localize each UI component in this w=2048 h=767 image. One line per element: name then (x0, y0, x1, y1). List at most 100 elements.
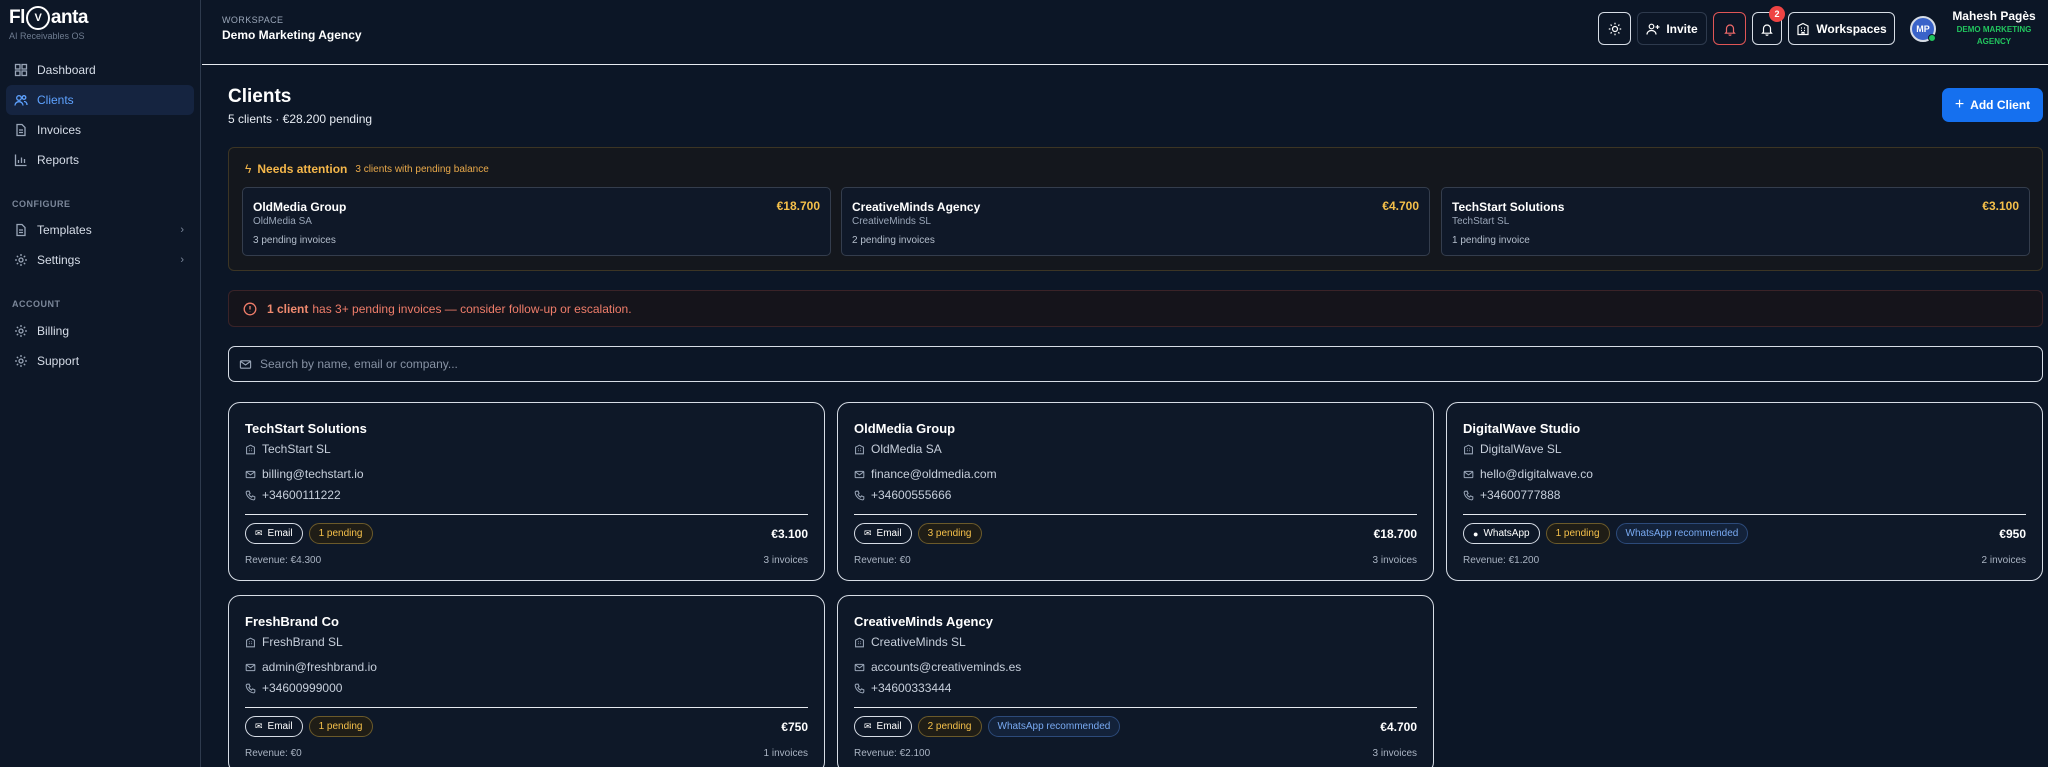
bell-icon (1761, 23, 1773, 36)
page-title: Clients (228, 86, 292, 107)
attention-card[interactable]: CreativeMinds Agency €4.700 CreativeMind… (841, 187, 1430, 256)
user-avatar[interactable]: MP (1910, 16, 1936, 42)
attention-amount: €4.700 (1382, 199, 1419, 213)
grid-icon (14, 63, 28, 77)
client-phone-row: +34600111222 (245, 488, 341, 502)
alert-circle-icon (243, 302, 257, 315)
pending-badge: 1 pending (308, 523, 373, 544)
client-invoices: 3 invoices (1372, 555, 1417, 566)
notification-count-badge: 2 (1769, 6, 1785, 22)
mail-icon (854, 663, 865, 671)
client-card[interactable]: CreativeMinds Agency CreativeMinds SL ac… (837, 595, 1434, 767)
sidebar-item-templates[interactable]: Templates › (6, 215, 194, 245)
sidebar-item-reports[interactable]: Reports (6, 145, 194, 175)
client-amount: €750 (781, 720, 808, 734)
client-card[interactable]: DigitalWave Studio DigitalWave SL hello@… (1446, 402, 2043, 581)
users-icon (14, 95, 28, 106)
attention-client-name: TechStart Solutions (1452, 200, 1565, 214)
sidebar-item-label: Billing (37, 324, 70, 338)
workspaces-button[interactable]: Workspaces (1788, 12, 1895, 45)
client-company-row: TechStart SL (245, 442, 331, 456)
client-email[interactable]: accounts@creativeminds.es (871, 660, 1021, 674)
client-card[interactable]: FreshBrand Co FreshBrand SL admin@freshb… (228, 595, 825, 767)
client-phone[interactable]: +34600111222 (262, 488, 341, 502)
client-phone[interactable]: +34600999000 (262, 681, 342, 695)
channel-label: Email (267, 528, 293, 539)
card-divider (1463, 514, 2026, 515)
client-company: FreshBrand SL (262, 635, 343, 649)
client-company-row: FreshBrand SL (245, 635, 343, 649)
search-input[interactable] (260, 357, 2010, 371)
phone-icon (854, 683, 865, 693)
recommendation-badge: WhatsApp recommended (987, 716, 1121, 737)
attention-card[interactable]: OldMedia Group €18.700 OldMedia SA 3 pen… (242, 187, 831, 256)
file-icon (16, 123, 26, 137)
building-icon (855, 637, 864, 647)
search-bar (228, 346, 2043, 382)
sidebar-item-support[interactable]: Support (6, 346, 194, 376)
client-phone[interactable]: +34600333444 (871, 681, 951, 695)
sidebar-item-settings[interactable]: Settings › (6, 245, 194, 275)
phone-icon (245, 490, 256, 500)
pending-badge: 1 pending (308, 716, 373, 737)
app-logo[interactable]: Fl V anta (9, 6, 88, 30)
client-name: TechStart Solutions (245, 421, 367, 436)
client-email[interactable]: hello@digitalwave.co (1480, 467, 1593, 481)
channel-label: Email (876, 721, 902, 732)
client-email[interactable]: finance@oldmedia.com (871, 467, 997, 481)
sidebar-item-clients[interactable]: Clients (6, 85, 194, 115)
attention-pending: 2 pending invoices (852, 235, 935, 246)
channel-icon: ✉ (864, 721, 872, 731)
sidebar: Fl V anta AI Receivables OS Dashboard Cl… (0, 0, 201, 767)
workspaces-label: Workspaces (1816, 21, 1887, 36)
sidebar-item-billing[interactable]: Billing (6, 316, 194, 346)
sidebar-item-dashboard[interactable]: Dashboard (6, 55, 194, 85)
file-icon (16, 223, 26, 237)
attention-pending: 3 pending invoices (253, 235, 336, 246)
client-company-row: OldMedia SA (854, 442, 942, 456)
client-card[interactable]: TechStart Solutions TechStart SL billing… (228, 402, 825, 581)
needs-attention-subtitle: 3 clients with pending balance (355, 163, 489, 175)
client-phone[interactable]: +34600777888 (1480, 488, 1560, 502)
channel-badge: ✉ Email (245, 716, 303, 737)
client-badges: ✉ Email 1 pending (245, 523, 379, 544)
client-phone[interactable]: +34600555666 (871, 488, 951, 502)
add-client-label: Add Client (1970, 98, 2031, 112)
alerts-button[interactable] (1713, 12, 1746, 45)
client-email[interactable]: admin@freshbrand.io (262, 660, 377, 674)
client-email[interactable]: billing@techstart.io (262, 467, 364, 481)
invite-button[interactable]: Invite (1637, 12, 1707, 45)
sidebar-item-invoices[interactable]: Invoices (6, 115, 194, 145)
channel-icon: ✉ (255, 528, 263, 538)
mail-icon (854, 470, 865, 478)
logo-text-left: Fl (9, 7, 25, 28)
sidebar-section-configure: CONFIGURE (12, 199, 71, 209)
client-name: FreshBrand Co (245, 614, 339, 629)
gear-icon (15, 254, 27, 266)
add-client-button[interactable]: + Add Client (1942, 88, 2043, 122)
logo-text-right: anta (50, 7, 89, 28)
workspace-name: Demo Marketing Agency (222, 28, 362, 42)
card-divider (245, 707, 808, 708)
building-icon (1464, 444, 1473, 454)
workspace-label: WORKSPACE (222, 15, 284, 25)
user-plus-icon (1646, 23, 1660, 35)
sidebar-item-label: Support (37, 354, 80, 368)
theme-toggle-button[interactable] (1598, 12, 1631, 45)
client-revenue: Revenue: €0 (245, 748, 302, 759)
client-name: OldMedia Group (854, 421, 956, 436)
client-revenue: Revenue: €4.300 (245, 555, 322, 566)
pending-badge: 3 pending (917, 523, 982, 544)
client-revenue: Revenue: €1.200 (1463, 555, 1540, 566)
chevron-right-icon: › (180, 224, 184, 236)
attention-card[interactable]: TechStart Solutions €3.100 TechStart SL … (1441, 187, 2030, 256)
needs-attention-title: Needs attention (257, 162, 348, 176)
client-company: TechStart SL (262, 442, 331, 456)
sidebar-item-label: Settings (37, 253, 81, 267)
notifications-button[interactable]: 2 (1752, 6, 1785, 45)
page-subtitle: 5 clients · €28.200 pending (228, 112, 373, 126)
client-card[interactable]: OldMedia Group OldMedia SA finance@oldme… (837, 402, 1434, 581)
channel-icon: ✉ (864, 528, 872, 538)
client-company: OldMedia SA (871, 442, 942, 456)
client-invoices: 2 invoices (1981, 555, 2026, 566)
